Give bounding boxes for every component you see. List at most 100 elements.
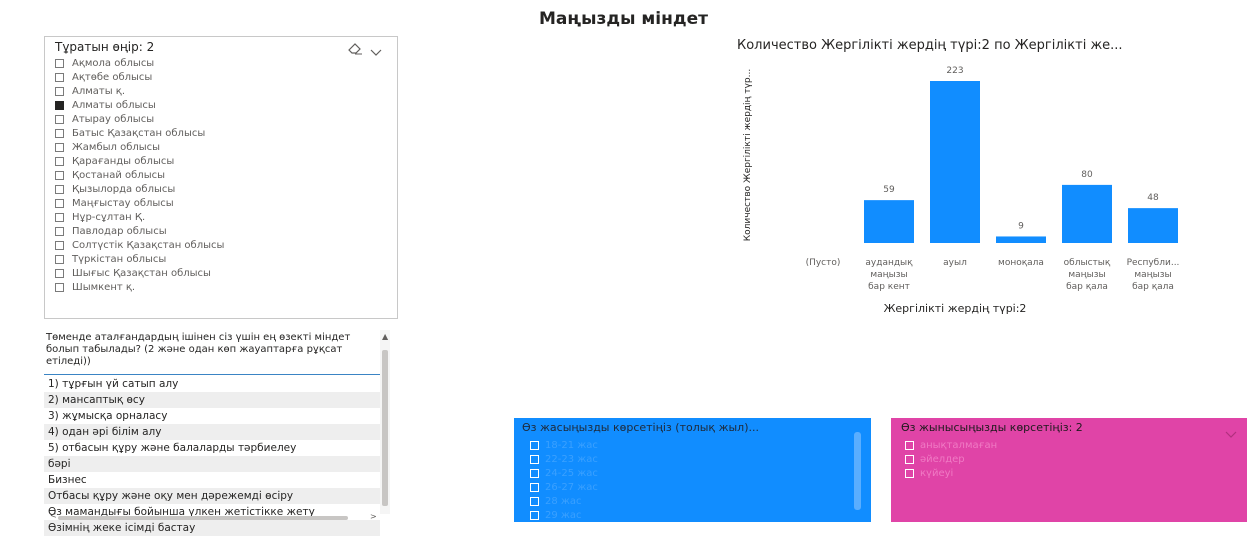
page-title: Маңызды міндет (539, 9, 708, 29)
x-tick-label: маңызы (1134, 270, 1171, 280)
checkbox[interactable] (55, 240, 64, 250)
checkbox[interactable] (530, 510, 539, 520)
region-item[interactable]: Қарағанды облысы (55, 154, 224, 168)
region-item[interactable]: Ақмола облысы (55, 56, 224, 70)
region-item[interactable]: Павлодар облысы (55, 224, 224, 238)
checkbox[interactable] (55, 226, 64, 236)
list-item[interactable]: 3) жұмысқа орналасу (44, 408, 380, 424)
checkbox[interactable] (530, 496, 539, 506)
region-item[interactable]: Түркістан облысы (55, 252, 224, 266)
bar[interactable] (864, 200, 914, 243)
checkbox[interactable] (55, 128, 64, 138)
item-label: 24-25 жас (545, 467, 598, 479)
checkbox[interactable] (55, 254, 64, 264)
checkbox[interactable] (55, 268, 64, 278)
chart-title: Количество Жергілікті жердің түрі:2 по Ж… (737, 38, 1123, 53)
horizontal-scrollbar-thumb[interactable] (58, 516, 348, 520)
region-item[interactable]: Атырау облысы (55, 112, 224, 126)
gender-list: анықталмаған әйелдер күйеуі (905, 438, 997, 480)
region-item[interactable]: Солтүстік Қазақстан облысы (55, 238, 224, 252)
region-item[interactable]: Шығыс Қазақстан облысы (55, 266, 224, 280)
checkbox[interactable] (530, 440, 539, 450)
region-item[interactable]: Қызылорда облысы (55, 182, 224, 196)
gender-item[interactable]: әйелдер (905, 452, 997, 466)
region-item[interactable]: Ақтөбе облысы (55, 70, 224, 84)
checkbox[interactable] (55, 100, 64, 110)
scroll-left-icon[interactable]: < (50, 511, 57, 520)
gender-slicer: Өз жынысыңызды көрсетіңіз: 2 анықталмаға… (891, 418, 1247, 522)
checkbox[interactable] (55, 86, 64, 96)
header-divider (44, 374, 380, 375)
checkbox[interactable] (530, 454, 539, 464)
list-item[interactable]: бәрі (44, 456, 380, 472)
list-item[interactable]: 2) мансаптық өсу (44, 392, 380, 408)
item-label: Нұр-сұлтан Қ. (72, 211, 146, 223)
region-item[interactable]: Шымкент қ. (55, 280, 224, 294)
bar[interactable] (1062, 184, 1112, 243)
chevron-down-icon[interactable] (1225, 424, 1237, 438)
gender-item[interactable]: күйеуі (905, 466, 997, 480)
list-item[interactable]: Отбасы құру және оқу мен дәрежемді өсіру (44, 488, 380, 504)
scrollbar-thumb[interactable] (854, 432, 861, 510)
item-label: Түркістан облысы (72, 253, 167, 265)
question-slicer-header: Төменде аталғандардың ішінен сіз үшін ең… (46, 332, 351, 367)
gender-slicer-header: Өз жынысыңызды көрсетіңіз: 2 (901, 421, 1083, 434)
checkbox[interactable] (55, 282, 64, 292)
checkbox[interactable] (55, 156, 64, 166)
age-item[interactable]: 22-23 жас (530, 452, 598, 466)
bar[interactable] (930, 81, 980, 243)
checkbox[interactable] (55, 72, 64, 82)
checkbox[interactable] (55, 184, 64, 194)
checkbox[interactable] (905, 454, 914, 464)
list-item[interactable]: 4) одан әрі білім алу (44, 424, 380, 440)
item-label: Қостанай облысы (72, 169, 165, 181)
gender-item[interactable]: анықталмаған (905, 438, 997, 452)
list-item[interactable]: Бизнес (44, 472, 380, 488)
checkbox[interactable] (55, 170, 64, 180)
item-label: 22-23 жас (545, 453, 598, 465)
region-item[interactable]: Маңғыстау облысы (55, 196, 224, 210)
list-item[interactable]: 1) тұрғын үй сатып алу (44, 376, 380, 392)
scroll-up-icon[interactable]: ▲ (382, 332, 388, 341)
region-item[interactable]: Нұр-сұлтан Қ. (55, 210, 224, 224)
item-label: Ақмола облысы (72, 57, 155, 69)
age-item[interactable]: 28 жас (530, 494, 598, 508)
checkbox[interactable] (530, 468, 539, 478)
item-label: Алматы облысы (72, 99, 156, 111)
question-list: 1) тұрғын үй сатып алу 2) мансаптық өсу 3)… (44, 376, 380, 536)
region-item[interactable]: Алматы қ. (55, 84, 224, 98)
region-item[interactable]: Жамбыл облысы (55, 140, 224, 154)
bar[interactable] (1128, 208, 1178, 243)
age-item[interactable]: 26-27 жас (530, 480, 598, 494)
checkbox[interactable] (55, 58, 64, 68)
x-tick-label: маңызы (1068, 270, 1105, 280)
item-label: Ақтөбе облысы (72, 71, 153, 83)
data-label: 9 (1018, 221, 1024, 231)
region-item[interactable]: Қостанай облысы (55, 168, 224, 182)
bar[interactable] (996, 236, 1046, 243)
region-item[interactable]: Алматы облысы (55, 98, 224, 112)
checkbox[interactable] (55, 142, 64, 152)
scrollbar-thumb[interactable] (382, 350, 388, 506)
x-tick-label: маңызы (870, 270, 907, 280)
list-item[interactable]: Өзімнің жеке ісімді бастау (44, 520, 380, 536)
checkbox[interactable] (905, 468, 914, 478)
list-item[interactable]: 5) отбасын құру және балаларды тәрбиелеу (44, 440, 380, 456)
age-item[interactable]: 24-25 жас (530, 466, 598, 480)
checkbox[interactable] (530, 482, 539, 492)
item-label: Алматы қ. (72, 85, 126, 97)
age-list: 18-21 жас 22-23 жас 24-25 жас 26-27 жас 28 ж… (530, 438, 598, 522)
region-item[interactable]: Батыс Қазақстан облысы (55, 126, 224, 140)
checkbox[interactable] (905, 440, 914, 450)
age-item[interactable]: 18-21 жас (530, 438, 598, 452)
chevron-down-icon[interactable] (370, 42, 382, 56)
age-item[interactable]: 29 жас (530, 508, 598, 522)
checkbox[interactable] (55, 114, 64, 124)
item-label: Қарағанды облысы (72, 155, 175, 167)
age-slicer: Өз жасыңызды көрсетіңіз (толық жыл)... 1… (514, 418, 871, 522)
checkbox[interactable] (55, 212, 64, 222)
eraser-icon[interactable] (346, 40, 364, 55)
item-label: 28 жас (545, 495, 582, 507)
scroll-right-icon[interactable]: > (370, 512, 377, 521)
checkbox[interactable] (55, 198, 64, 208)
